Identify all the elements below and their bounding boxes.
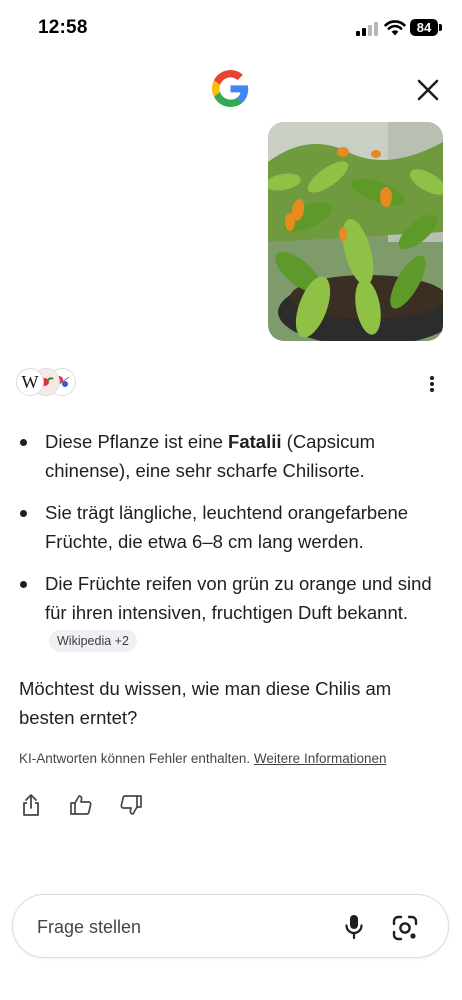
- answer-bullet: Die Früchte reifen von grün zu orange un…: [20, 570, 440, 656]
- disclaimer-text: KI-Antworten können Fehler enthalten.: [19, 751, 251, 766]
- ask-input[interactable]: [35, 912, 309, 942]
- microphone-button[interactable]: [341, 914, 367, 940]
- bullet-dot: [20, 581, 27, 588]
- thumbs-up-button[interactable]: [68, 792, 94, 818]
- followup-question: Möchtest du wissen, wie man diese Chilis…: [19, 678, 392, 728]
- share-button[interactable]: [18, 792, 44, 818]
- chili-plant-image: [268, 122, 443, 341]
- thumbs-down-icon: [120, 795, 142, 815]
- bullet-dot: [20, 510, 27, 517]
- google-lens-ai-answer-screen: 12:58 84 W Diese Pflanze ist eine Fatali…: [0, 0, 462, 1000]
- bullet-bold-text: Fatalii: [228, 431, 282, 452]
- battery-tip: [439, 24, 442, 31]
- thumbs-down-button[interactable]: [118, 792, 144, 818]
- bullet-text: Sie trägt längliche, leuchtend orangefar…: [45, 502, 409, 552]
- google-lens-icon: [392, 915, 418, 941]
- bullet-text: Die Früchte reifen von grün zu orange un…: [45, 573, 432, 623]
- source-icons[interactable]: W: [16, 368, 76, 398]
- source-chip[interactable]: Wikipedia +2: [49, 630, 137, 652]
- query-photo[interactable]: [268, 122, 443, 341]
- signal-icon: [356, 22, 378, 36]
- answer-bullet: Diese Pflanze ist eine Fatalii (Capsicum…: [20, 428, 440, 485]
- wifi-icon: [384, 20, 406, 36]
- google-lens-button[interactable]: [391, 914, 419, 942]
- more-options-button[interactable]: [420, 372, 444, 396]
- status-bar: 12:58 84: [0, 0, 462, 58]
- battery-icon: 84: [410, 19, 438, 36]
- share-icon: [23, 794, 39, 816]
- wikipedia-icon: W: [16, 368, 44, 396]
- status-time: 12:58: [38, 17, 88, 38]
- bullet-text: Diese Pflanze ist eine: [45, 431, 229, 452]
- answer-bullet: Sie trägt längliche, leuchtend orangefar…: [20, 499, 440, 556]
- more-vert-icon: [430, 376, 434, 392]
- close-icon: [417, 79, 439, 101]
- google-logo: [212, 70, 249, 107]
- answer-bullets: Diese Pflanze ist eine Fatalii (Capsicum…: [20, 428, 440, 670]
- microphone-icon: [345, 915, 363, 940]
- ai-disclaimer: KI-Antworten können Fehler enthalten. We…: [19, 751, 449, 766]
- more-info-link[interactable]: Weitere Informationen: [254, 751, 387, 766]
- ask-bar: [12, 894, 449, 958]
- thumbs-up-icon: [70, 795, 92, 815]
- close-button[interactable]: [410, 72, 446, 108]
- bullet-dot: [20, 439, 27, 446]
- battery-level: 84: [416, 20, 432, 35]
